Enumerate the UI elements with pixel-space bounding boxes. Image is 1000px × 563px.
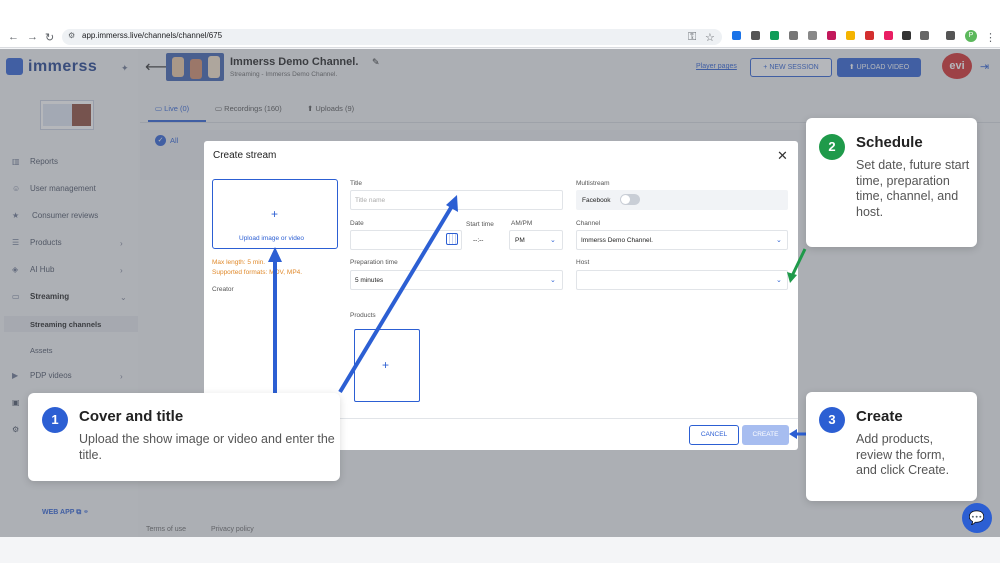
max-length-note: Max length: 5 min. bbox=[212, 259, 266, 266]
ampm-label: AM/PM bbox=[511, 220, 533, 227]
close-icon[interactable]: ✕ bbox=[777, 148, 788, 164]
extension-icon[interactable] bbox=[902, 31, 911, 40]
create-button[interactable]: CREATE bbox=[742, 425, 789, 445]
products-label: Products bbox=[350, 312, 376, 319]
url-text: app.immerss.live/channels/channel/675 bbox=[82, 31, 223, 40]
cancel-button[interactable]: CANCEL bbox=[689, 425, 739, 445]
channel-value: Immerss Demo Channel. bbox=[581, 237, 653, 244]
browser-menu-icon[interactable]: ⋮ bbox=[985, 31, 996, 44]
modal-title: Create stream bbox=[213, 150, 277, 161]
callout-title: Schedule bbox=[856, 134, 923, 151]
extension-icon[interactable] bbox=[846, 31, 855, 40]
callout-body: Upload the show image or video and enter… bbox=[79, 432, 335, 462]
extension-icon[interactable] bbox=[751, 31, 760, 40]
chevron-down-icon: ⌄ bbox=[550, 277, 556, 284]
host-select[interactable] bbox=[576, 270, 788, 290]
callout-body: Add products, review the form, and click… bbox=[856, 432, 950, 477]
bottom-strip bbox=[0, 537, 1000, 563]
key-icon[interactable]: ⚿ bbox=[688, 31, 696, 44]
plus-icon: + bbox=[271, 207, 279, 221]
extension-icon[interactable] bbox=[865, 31, 874, 40]
start-time-value[interactable]: --:-- bbox=[473, 237, 483, 244]
callout-body: Set date, future start time, preparation… bbox=[856, 158, 970, 219]
formats-note: Supported formats: MOV, MP4. bbox=[212, 269, 303, 276]
step-number-badge: 3 bbox=[819, 407, 845, 433]
extension-icon[interactable] bbox=[827, 31, 836, 40]
toggle-knob bbox=[621, 195, 630, 204]
reload-icon[interactable]: ↻ bbox=[45, 31, 54, 44]
ampm-value: PM bbox=[515, 237, 525, 244]
forward-nav-icon[interactable]: → bbox=[27, 31, 38, 43]
multistream-label: Multistream bbox=[576, 180, 610, 187]
extension-icon[interactable] bbox=[808, 31, 817, 40]
bookmark-star-icon[interactable]: ☆ bbox=[705, 31, 715, 44]
back-nav-icon[interactable]: ← bbox=[8, 31, 19, 43]
profile-avatar[interactable]: P bbox=[965, 30, 977, 42]
plus-icon: + bbox=[382, 358, 390, 372]
step-number-badge: 1 bbox=[42, 407, 68, 433]
prep-time-label: Preparation time bbox=[350, 259, 398, 266]
chat-support-icon[interactable]: 💬 bbox=[962, 503, 992, 533]
creator-label: Creator bbox=[212, 286, 234, 293]
extension-icon[interactable] bbox=[732, 31, 741, 40]
title-label: Title bbox=[350, 180, 363, 187]
title-placeholder: Title name bbox=[355, 197, 386, 204]
callout-title: Cover and title bbox=[79, 408, 184, 425]
upload-label: Upload image or video bbox=[239, 235, 305, 242]
extension-icon[interactable] bbox=[884, 31, 893, 40]
date-label: Date bbox=[350, 220, 364, 227]
site-info-icon[interactable]: ⚙ bbox=[68, 31, 75, 40]
callout-title: Create bbox=[856, 408, 903, 425]
channel-label: Channel bbox=[576, 220, 601, 227]
chevron-down-icon: ⌄ bbox=[550, 237, 556, 244]
extensions-puzzle-icon[interactable] bbox=[920, 31, 929, 40]
chevron-down-icon: ⌄ bbox=[776, 277, 782, 284]
extension-icon[interactable] bbox=[789, 31, 798, 40]
prep-time-value: 5 minutes bbox=[355, 277, 384, 284]
host-label: Host bbox=[576, 259, 590, 266]
start-time-label: Start time bbox=[466, 221, 494, 228]
calendar-icon[interactable] bbox=[446, 233, 458, 245]
facebook-label: Facebook bbox=[582, 197, 611, 204]
extension-icon[interactable] bbox=[770, 31, 779, 40]
chevron-down-icon: ⌄ bbox=[776, 237, 782, 244]
step-number-badge: 2 bbox=[819, 134, 845, 160]
browser-tab-strip bbox=[0, 0, 1000, 26]
reading-list-icon[interactable] bbox=[946, 31, 955, 40]
